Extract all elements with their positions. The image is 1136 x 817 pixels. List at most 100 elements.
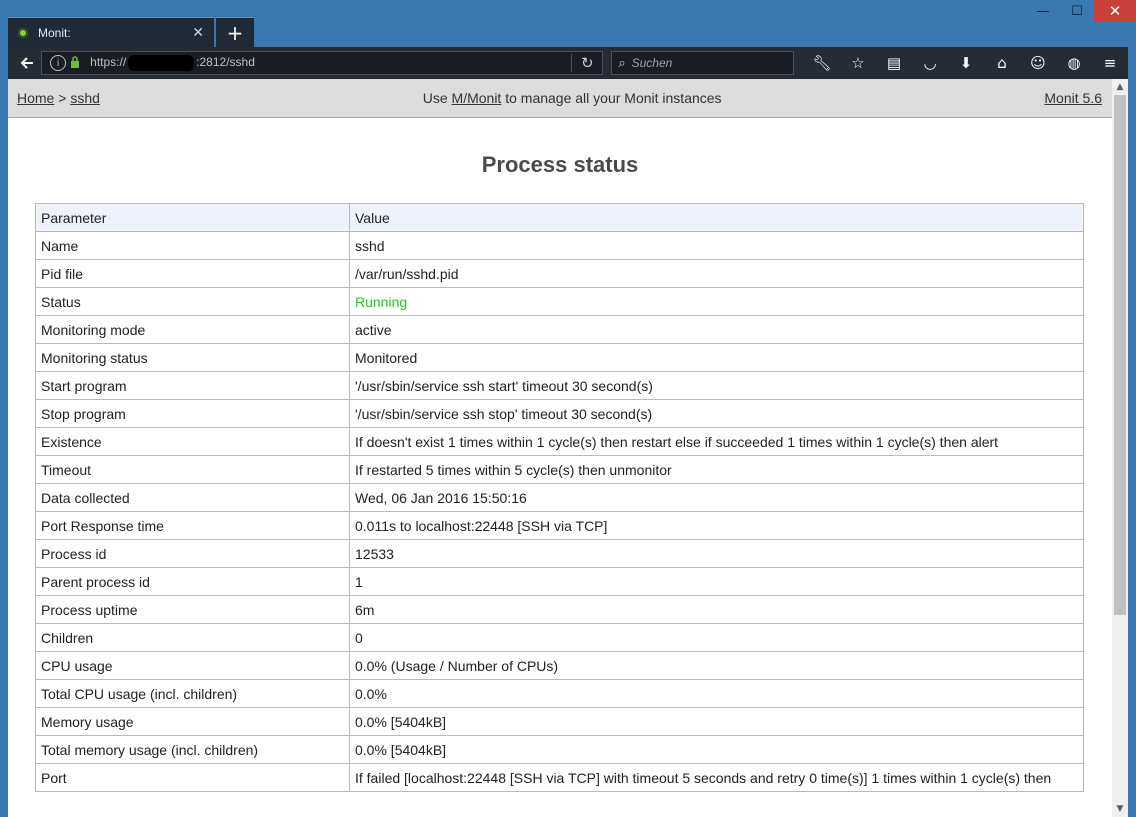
download-icon[interactable]: ⬇ (948, 52, 984, 74)
value-cell: '/usr/sbin/service ssh start' timeout 30… (349, 371, 1084, 400)
table-row: Memory usage 0.0% [5404kB] (35, 707, 1084, 736)
mmonit-link[interactable]: M/Monit (452, 90, 502, 106)
parameter-cell: Children (35, 623, 350, 652)
value-cell: Monitored (349, 343, 1084, 372)
back-button[interactable] (16, 52, 37, 74)
value-cell: 6m (349, 595, 1084, 624)
breadcrumb-separator: > (58, 90, 67, 106)
value-cell: 0.0% (349, 679, 1084, 708)
table-row: Process uptime 6m (35, 595, 1084, 624)
table-row: Parent process id 1 (35, 567, 1084, 596)
parameter-cell: Existence (35, 427, 350, 456)
value-cell: 0 (349, 623, 1084, 652)
reload-icon[interactable]: ↻ (571, 54, 602, 72)
parameter-cell: Timeout (35, 455, 350, 484)
back-arrow-icon (20, 57, 33, 69)
scroll-down-icon[interactable]: ▼ (1112, 801, 1128, 817)
address-bar[interactable]: i https://:2812/sshd ↻ (41, 51, 604, 75)
reading-list-icon[interactable]: ▤ (876, 52, 912, 74)
parameter-cell: Parameter (35, 203, 350, 232)
menu-icon[interactable]: ≡ (1092, 52, 1128, 74)
table-row: Port Response time 0.011s to localhost:22… (35, 511, 1084, 540)
table-row: Timeout If restarted 5 times within 5 cyc… (35, 455, 1084, 484)
table-row: Port If failed [localhost:22448 [SSH via … (35, 763, 1084, 792)
parameter-cell: CPU usage (35, 651, 350, 680)
table-row: Data collected Wed, 06 Jan 2016 15:50:16 (35, 483, 1084, 512)
lock-icon (70, 55, 80, 71)
home-icon[interactable]: ⌂ (984, 52, 1020, 74)
table-row: Pid file/var/run/sshd.pid (35, 259, 1084, 288)
value-cell: Wed, 06 Jan 2016 15:50:16 (349, 483, 1084, 512)
value-cell: '/usr/sbin/service ssh stop' timeout 30 … (349, 399, 1084, 428)
search-icon: ⌕ (618, 55, 626, 71)
parameter-cell: Monitoring mode (35, 315, 350, 344)
table-row: Start program '/usr/sbin/service ssh star… (35, 371, 1084, 400)
table-row: Name sshd (35, 231, 1084, 260)
info-icon[interactable]: i (50, 55, 67, 71)
value-cell: /var/run/sshd.pid (349, 259, 1084, 288)
close-tab-icon[interactable]: ✕ (192, 25, 204, 41)
table-row: Monitoring status Monitored (35, 343, 1084, 372)
parameter-cell: Start program (35, 371, 350, 400)
parameter-cell: Process id (35, 539, 350, 568)
breadcrumb-home-link[interactable]: Home (17, 90, 54, 106)
value-cell: If doesn't exist 1 times within 1 cycle(… (349, 427, 1084, 456)
maximize-button[interactable]: ☐ (1060, 0, 1094, 22)
tab-monit[interactable]: Monit: ✕ (8, 17, 214, 47)
tab-title: Monit: (38, 25, 71, 40)
breadcrumb: Home > sshd (17, 90, 100, 106)
value-cell: 0.0% [5404kB] (349, 735, 1084, 764)
table-header-row: Parameter Value (35, 203, 1084, 232)
parameter-cell: Port Response time (35, 511, 350, 540)
window-controls: — ☐ ✕ (1026, 0, 1136, 24)
parameter-cell: Total memory usage (incl. children) (35, 735, 350, 764)
minimize-button[interactable]: — (1026, 0, 1060, 22)
wrench-icon[interactable]: 🔧︎ (804, 52, 840, 74)
value-cell: Value (349, 203, 1084, 232)
parameter-cell: Parent process id (35, 567, 350, 596)
table-row: CPU usage 0.0% (Usage / Number of CPUs) (35, 651, 1084, 680)
breadcrumb-current-link[interactable]: sshd (70, 90, 100, 106)
navigation-toolbar: i https://:2812/sshd ↻ ⌕ Suchen 🔧︎ ☆ ▤ ◡… (8, 47, 1128, 79)
page-title: Process status (481, 152, 639, 177)
version-link[interactable]: Monit 5.6 (1044, 90, 1102, 106)
table-row: Children 0 (35, 623, 1084, 652)
parameter-cell: Port (35, 763, 350, 792)
value-cell: Running (349, 287, 1084, 316)
search-bar[interactable]: ⌕ Suchen (611, 51, 794, 75)
table-row: Monitoring mode active (35, 315, 1084, 344)
value-cell: 1 (349, 567, 1084, 596)
close-window-button[interactable]: ✕ (1094, 0, 1136, 22)
redacted-host (128, 55, 195, 71)
page-content: Home > sshd Use M/Monit to manage all yo… (8, 79, 1112, 817)
table-row: Total CPU usage (incl. children) 0.0% (35, 679, 1084, 708)
value-cell: If failed [localhost:22448 [SSH via TCP]… (349, 763, 1084, 792)
value-cell: 0.0% [5404kB] (349, 707, 1084, 736)
value-cell: active (349, 315, 1084, 344)
scroll-up-icon[interactable]: ▲ (1112, 79, 1128, 95)
scrollbar-thumb[interactable] (1114, 95, 1126, 615)
table-row: Stop program '/usr/sbin/service ssh stop'… (35, 399, 1084, 428)
parameter-cell: Monitoring status (35, 343, 350, 372)
process-status-table: Parameter Value Name sshd Pid file/var/run/s… (35, 203, 1084, 792)
pocket-icon[interactable]: ◡ (912, 52, 948, 74)
parameter-cell: Total CPU usage (incl. children) (35, 679, 350, 708)
parameter-cell: Memory usage (35, 707, 350, 736)
value-cell: If restarted 5 times within 5 cycle(s) t… (349, 455, 1084, 484)
toolbar-icons: 🔧︎ ☆ ▤ ◡ ⬇ ⌂ ☺ ◍ ≡ (804, 52, 1128, 74)
globe-icon[interactable]: ◍ (1056, 52, 1092, 74)
monit-favicon-icon (18, 27, 28, 38)
value-cell: 12533 (349, 539, 1084, 568)
parameter-cell: Data collected (35, 483, 350, 512)
bookmark-star-icon[interactable]: ☆ (840, 52, 876, 74)
table-row: Process id 12533 (35, 539, 1084, 568)
tab-strip: Monit: ✕ + (8, 17, 254, 47)
vertical-scrollbar[interactable]: ▲ ▼ (1112, 79, 1128, 817)
url-text: https://:2812/sshd (90, 55, 255, 71)
value-cell: 0.011s to localhost:22448 [SSH via TCP] (349, 511, 1084, 540)
value-cell: sshd (349, 231, 1084, 260)
table-row: Existence If doesn't exist 1 times within… (35, 427, 1084, 456)
parameter-cell: Pid file (35, 259, 350, 288)
new-tab-button[interactable]: + (216, 17, 254, 47)
hello-icon[interactable]: ☺ (1020, 52, 1056, 74)
